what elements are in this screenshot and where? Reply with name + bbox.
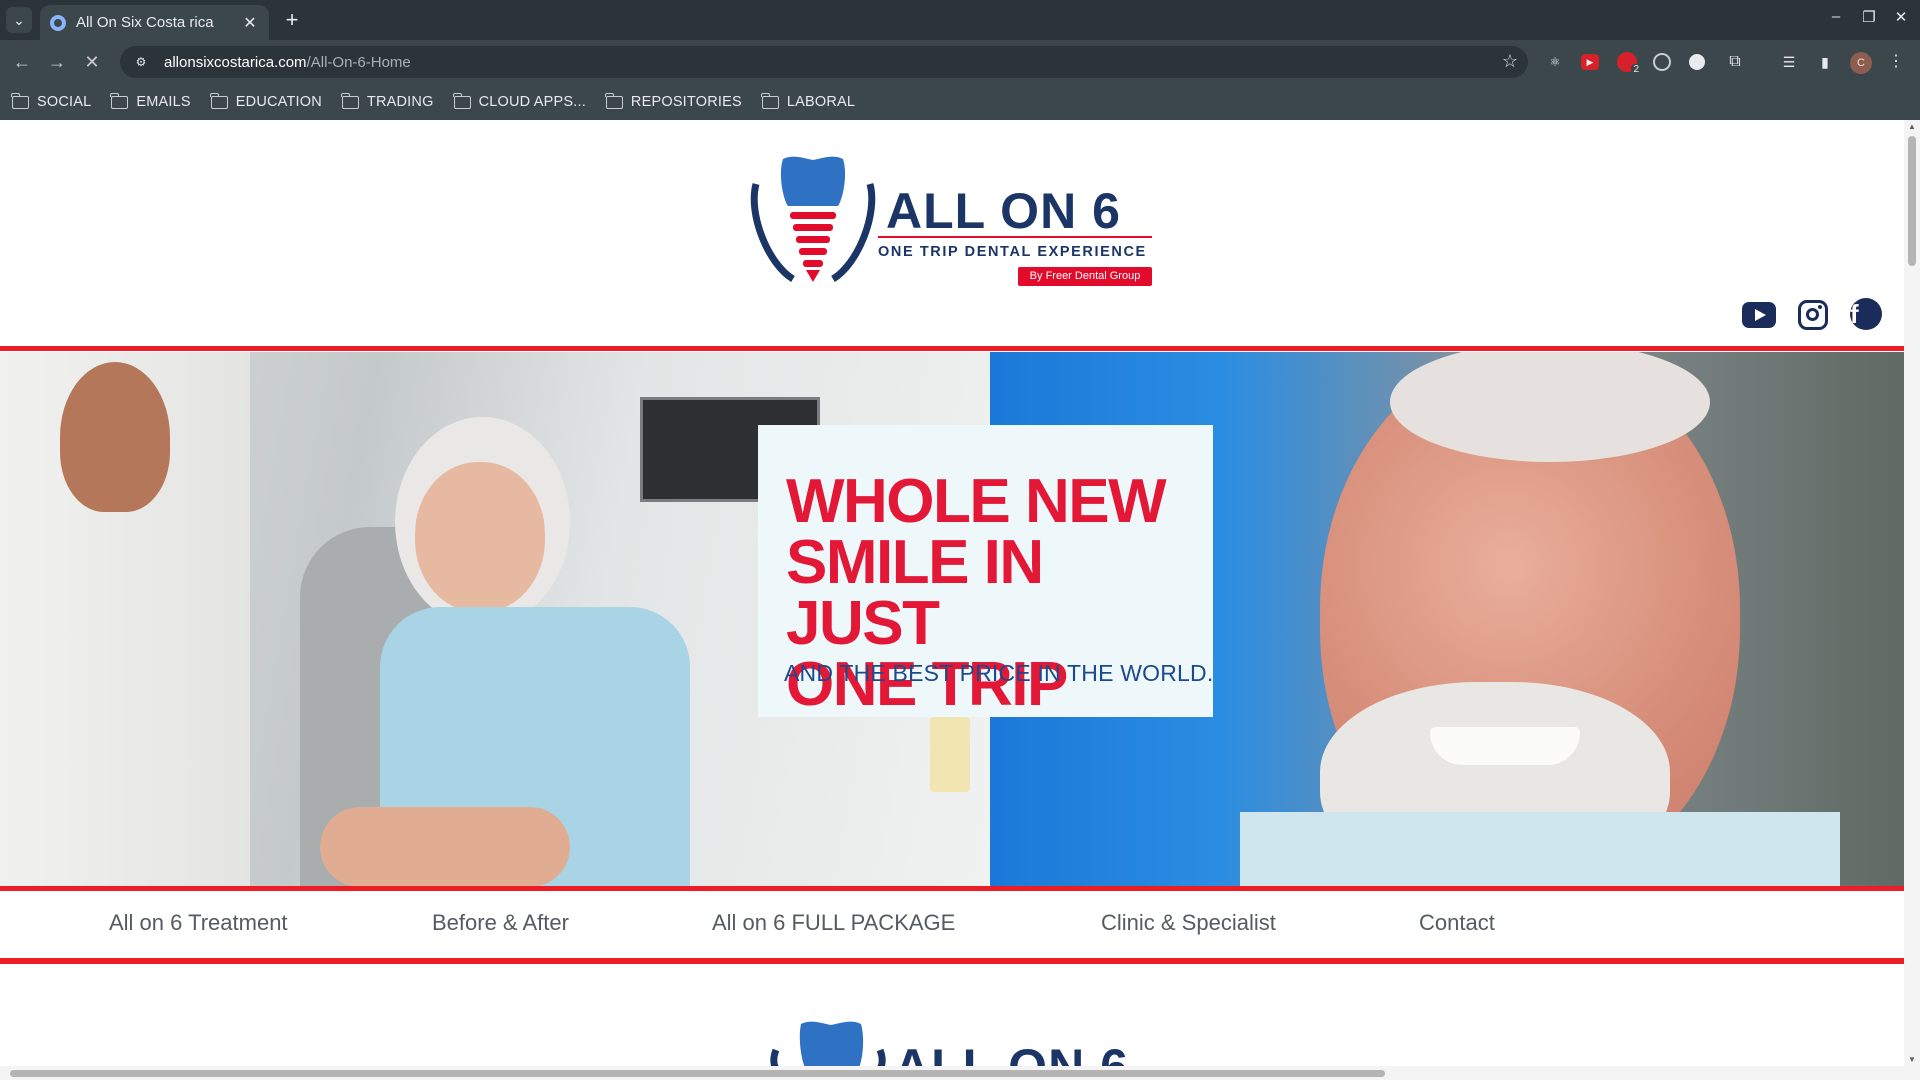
forward-icon[interactable]: →: [45, 50, 69, 74]
youtube-icon[interactable]: [1742, 302, 1776, 328]
patient-face: [415, 462, 545, 612]
url-host: allonsixcostarica.com: [164, 53, 307, 71]
stop-loading-icon[interactable]: ✕: [80, 50, 104, 74]
folder-icon: [452, 92, 471, 109]
nav-contact[interactable]: Contact: [1419, 910, 1495, 936]
hero-bottom-divider: [0, 886, 1904, 891]
bookmark-folder-education[interactable]: EDUCATION: [209, 92, 322, 110]
scroll-up-icon[interactable]: ▲: [1908, 122, 1916, 131]
browser-toolbar: ← → ✕ ⚙ allonsixcostarica.com/All-On-6-H…: [0, 40, 1920, 84]
bookmark-folder-social[interactable]: SOCIAL: [11, 92, 91, 110]
hero-banner: WHOLE NEW SMILE IN JUST ONE TRIP AND THE…: [0, 352, 1904, 886]
side-panel-icon[interactable]: ▮: [1815, 52, 1835, 72]
bookmark-folder-laboral[interactable]: LABORAL: [760, 92, 855, 110]
site-info-icon[interactable]: ⚙: [132, 53, 150, 71]
main-navigation: All on 6 Treatment Before & After All on…: [0, 896, 1904, 948]
folder-icon: [11, 92, 29, 109]
dentist-head: [60, 362, 170, 512]
vertical-scroll-thumb[interactable]: [1908, 136, 1916, 266]
folder-icon: [340, 92, 359, 109]
extension-circle-icon[interactable]: [1689, 54, 1705, 70]
site-favicon-icon: [50, 14, 66, 31]
tab-active[interactable]: All On Six Costa rica ✕: [40, 5, 269, 40]
horizontal-scroll-thumb[interactable]: [10, 1070, 1385, 1077]
dentist-hand: [320, 807, 570, 886]
reading-list-icon[interactable]: ☰: [1779, 52, 1799, 72]
bookmark-folder-repositories[interactable]: REPOSITORIES: [604, 92, 742, 110]
hero-headline-line-2: SMILE IN JUST: [786, 528, 1044, 658]
folder-icon: [760, 92, 779, 109]
extension-badge-count: 2: [1631, 64, 1641, 76]
folder-icon: [110, 92, 129, 109]
logo-divider: [878, 236, 1152, 238]
bookmark-folder-trading[interactable]: TRADING: [340, 92, 434, 110]
extensions-puzzle-icon[interactable]: ⧉: [1725, 52, 1745, 72]
facebook-icon[interactable]: f: [1850, 298, 1882, 330]
header-divider: [0, 346, 1904, 351]
bookmark-star-icon[interactable]: ☆: [1502, 51, 1518, 72]
man-smile: [1430, 727, 1580, 765]
tab-title: All On Six Costa rica: [76, 14, 214, 31]
extension-react-icon[interactable]: ⚛: [1545, 52, 1565, 72]
folder-icon: [604, 92, 623, 109]
vertical-scrollbar[interactable]: ▲ ▼: [1904, 120, 1920, 1066]
scroll-down-icon[interactable]: ▼: [1908, 1055, 1916, 1064]
extension-badge-icon[interactable]: 2: [1617, 52, 1641, 76]
man-bib: [1240, 812, 1840, 886]
profile-avatar[interactable]: C: [1850, 52, 1872, 74]
new-tab-button[interactable]: +: [279, 7, 305, 33]
logo-title: ALL ON 6: [886, 183, 1121, 239]
logo-badge: By Freer Dental Group: [1018, 267, 1152, 286]
nav-full-package[interactable]: All on 6 FULL PACKAGE: [712, 910, 955, 936]
bookmarks-bar: SOCIAL EMAILS EDUCATION TRADING CLOUD AP…: [0, 84, 1920, 120]
tab-search-button[interactable]: ⌄: [6, 7, 32, 33]
footer-logo-partial: ALL ON 6: [768, 1010, 1148, 1066]
instagram-icon[interactable]: [1798, 300, 1828, 330]
footer-logo-title: ALL ON 6: [894, 1038, 1129, 1066]
web-page: ALL ON 6 ONE TRIP DENTAL EXPERIENCE By F…: [0, 120, 1904, 1066]
restore-icon[interactable]: ❐: [1857, 8, 1881, 26]
nav-before-after[interactable]: Before & After: [432, 910, 569, 936]
close-window-icon[interactable]: ✕: [1889, 8, 1913, 26]
tab-close-icon[interactable]: ✕: [241, 13, 259, 33]
bookmark-folder-cloud-apps[interactable]: CLOUD APPS...: [452, 92, 586, 110]
bookmark-folder-emails[interactable]: EMAILS: [110, 92, 191, 110]
nav-all-on-6-treatment[interactable]: All on 6 Treatment: [109, 910, 288, 936]
address-bar[interactable]: ⚙ allonsixcostarica.com/All-On-6-Home ☆: [120, 46, 1528, 78]
minimize-icon[interactable]: –: [1824, 8, 1848, 25]
extension-video-icon[interactable]: ▶: [1581, 54, 1599, 70]
back-icon[interactable]: ←: [10, 50, 34, 74]
tooth-implant-icon: [770, 1021, 886, 1066]
folder-icon: [209, 92, 228, 109]
nav-clinic-specialist[interactable]: Clinic & Specialist: [1101, 910, 1276, 936]
hero-subline: AND THE BEST PRICE IN THE WORLD.: [784, 660, 1214, 686]
site-logo[interactable]: ALL ON 6 ONE TRIP DENTAL EXPERIENCE By F…: [748, 154, 1158, 289]
nav-bottom-divider: [0, 958, 1904, 964]
extension-target-icon[interactable]: [1653, 53, 1671, 71]
hero-headline-line-1: WHOLE NEW: [786, 467, 1167, 536]
tab-strip: ⌄ All On Six Costa rica ✕ + – ❐ ✕: [0, 0, 1920, 40]
logo-subtitle: ONE TRIP DENTAL EXPERIENCE: [878, 244, 1147, 260]
url-path: /All-On-6-Home: [306, 53, 411, 71]
horizontal-scrollbar[interactable]: [0, 1066, 1920, 1080]
browser-menu-icon[interactable]: ⋮: [1886, 52, 1906, 72]
hero-headline-box: WHOLE NEW SMILE IN JUST ONE TRIP AND THE…: [758, 425, 1213, 717]
dental-cup: [930, 717, 970, 792]
tooth-implant-icon: [750, 156, 876, 282]
